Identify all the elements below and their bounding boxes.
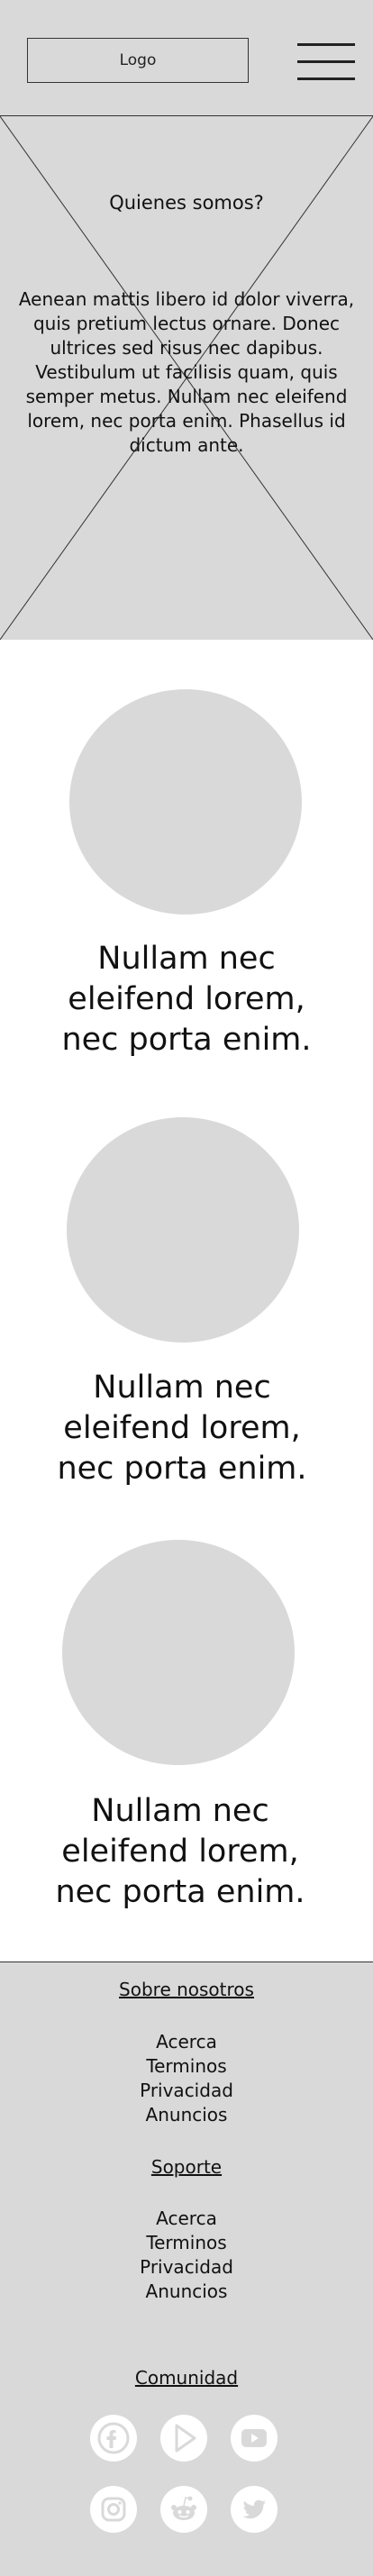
youtube-icon[interactable] — [231, 2415, 277, 2462]
menu-bar — [297, 43, 355, 46]
footer-heading-link[interactable]: Comunidad — [135, 2367, 238, 2389]
feature-text-line: eleifend lorem, — [63, 1410, 301, 1446]
footer-links-about: Acerca Terminos Privacidad Anuncios — [0, 2030, 373, 2127]
footer-link[interactable]: Acerca — [0, 2030, 373, 2054]
hero-text-line: quis pretium lectus ornare. Donec — [32, 313, 340, 334]
feature-text-line: Nullam nec — [97, 941, 276, 977]
feature-block: Nullam nec eleifend lorem, nec porta eni… — [0, 640, 373, 1058]
feature-text: Nullam nec eleifend lorem, nec porta eni… — [0, 1791, 367, 1913]
menu-bar — [297, 77, 355, 80]
hero-text-line: dictum ante. — [129, 434, 244, 456]
twitter-icon[interactable] — [231, 2486, 277, 2533]
footer-links-support: Acerca Terminos Privacidad Anuncios — [0, 2207, 373, 2304]
feature-text: Nullam nec eleifend lorem, nec porta eni… — [0, 939, 373, 1060]
hero-text: Aenean mattis libero id dolor viverra, q… — [14, 287, 359, 458]
feature-text-line: Nullam nec — [91, 1793, 269, 1829]
feature-image-placeholder — [62, 1540, 295, 1765]
instagram-icon[interactable] — [90, 2486, 137, 2533]
footer-link[interactable]: Terminos — [0, 2231, 373, 2255]
footer-heading-community: Comunidad — [0, 2367, 373, 2389]
footer-link[interactable]: Anuncios — [0, 2103, 373, 2127]
facebook-icon[interactable] — [90, 2415, 137, 2462]
feature-image-placeholder — [69, 689, 302, 915]
footer-heading-link[interactable]: Soporte — [151, 2156, 222, 2178]
hero-section: Quienes somos? Aenean mattis libero id d… — [0, 116, 373, 640]
feature-text-line: nec porta enim. — [57, 1451, 307, 1487]
hero-title: Quienes somos? — [109, 192, 264, 214]
footer-link[interactable]: Privacidad — [0, 2255, 373, 2280]
logo[interactable]: Logo — [27, 38, 249, 83]
hero-text-line: lorem, nec porta enim. Phasellus id — [27, 410, 346, 432]
menu-bar — [297, 60, 355, 63]
feature-text-line: eleifend lorem, — [68, 981, 305, 1017]
footer-heading-support: Soporte — [0, 2156, 373, 2178]
feature-block: Nullam nec eleifend lorem, nec porta eni… — [0, 1068, 373, 1487]
feature-text-line: nec porta enim. — [55, 1874, 305, 1910]
hero-text-line: ultrices sed risus nec dapibus. — [50, 337, 323, 359]
feature-block: Nullam nec eleifend lorem, nec porta eni… — [0, 1491, 373, 1910]
footer-link[interactable]: Terminos — [0, 2054, 373, 2079]
reddit-icon[interactable] — [160, 2486, 207, 2533]
site-footer: Sobre nosotros Acerca Terminos Privacida… — [0, 1962, 373, 2576]
hero-text-line: semper metus. Nullam nec eleifend — [25, 386, 348, 407]
feature-text-line: nec porta enim. — [61, 1022, 312, 1058]
feature-text-line: eleifend lorem, — [61, 1834, 299, 1870]
feature-text: Nullam nec eleifend lorem, nec porta eni… — [0, 1368, 368, 1489]
footer-link[interactable]: Privacidad — [0, 2079, 373, 2103]
hero-text-line: Vestibulum ut facilisis quam, quis — [35, 361, 338, 383]
hero-text-line: Aenean mattis libero id dolor viverra, — [18, 288, 355, 310]
feature-image-placeholder — [67, 1117, 299, 1343]
feature-text-line: Nullam nec — [93, 1370, 271, 1406]
hamburger-menu-icon[interactable] — [297, 43, 355, 81]
google-play-icon[interactable] — [160, 2415, 207, 2462]
footer-link[interactable]: Acerca — [0, 2207, 373, 2231]
footer-link[interactable]: Anuncios — [0, 2280, 373, 2304]
footer-heading-link[interactable]: Sobre nosotros — [119, 1979, 254, 2000]
footer-heading-about: Sobre nosotros — [0, 1979, 373, 2000]
site-header: Logo — [0, 0, 373, 116]
